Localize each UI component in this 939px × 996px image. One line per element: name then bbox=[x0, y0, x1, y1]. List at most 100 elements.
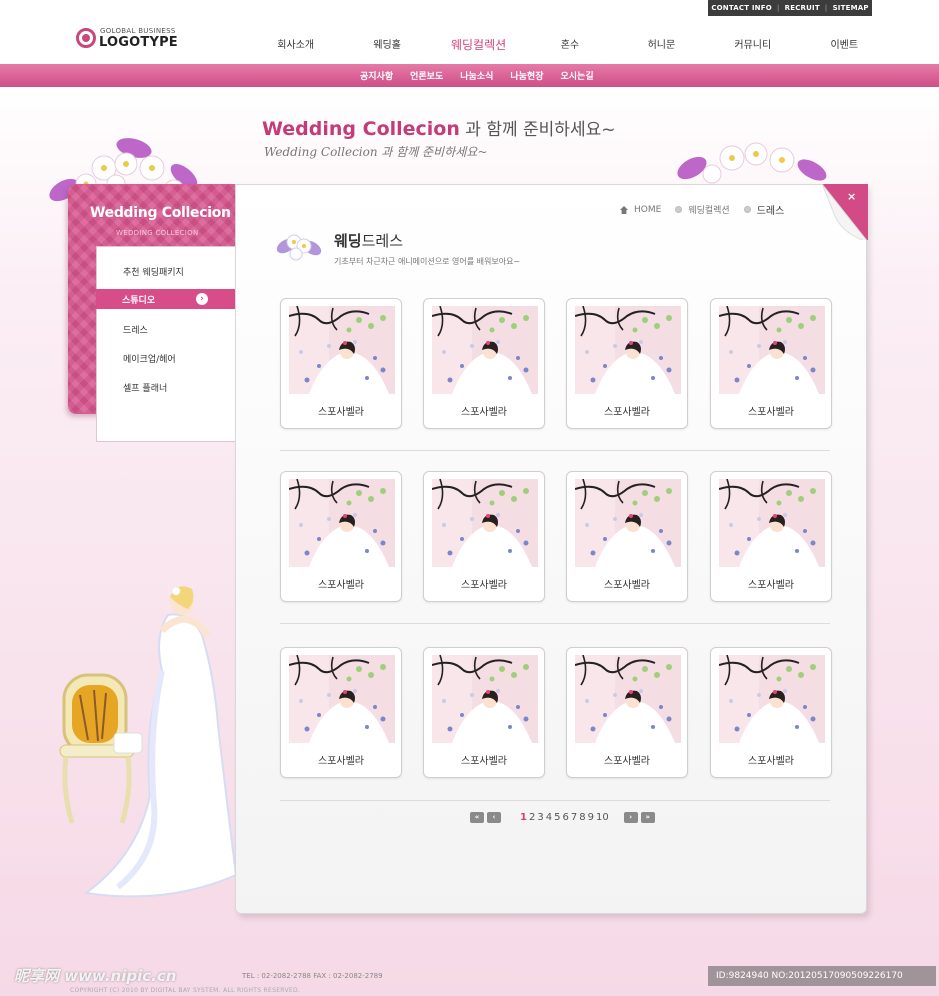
page-number[interactable]: 6 bbox=[562, 812, 568, 823]
dress-thumbnail-image bbox=[719, 479, 825, 567]
left-menu-item-3[interactable]: 드레스 bbox=[123, 323, 148, 336]
nav-item-2[interactable]: 웨딩홀 bbox=[341, 36, 432, 54]
gallery-card-caption: 스포사벨라 bbox=[748, 580, 794, 591]
gallery-card[interactable]: 스포사벨라 bbox=[423, 471, 545, 602]
left-menu-item-4[interactable]: 메이크업/헤어 bbox=[123, 352, 176, 365]
left-menu-active-label: 스튜디오 bbox=[122, 296, 156, 306]
gallery-card-caption: 스포사벨라 bbox=[461, 580, 507, 591]
first-page-button[interactable]: « bbox=[470, 812, 484, 823]
recruit-link[interactable]: RECRUIT bbox=[785, 4, 820, 12]
breadcrumb-bullet-icon bbox=[743, 206, 751, 213]
gallery-card[interactable]: 스포사벨라 bbox=[566, 298, 688, 429]
subnav-item-2[interactable]: 언론보도 bbox=[410, 69, 443, 82]
close-icon[interactable]: × bbox=[847, 190, 856, 203]
nav-item-6[interactable]: 커뮤니티 bbox=[707, 36, 798, 54]
gallery-card-caption: 스포사벨라 bbox=[748, 407, 794, 418]
gallery-card[interactable]: 스포사벨라 bbox=[566, 647, 688, 778]
page-number[interactable]: 7 bbox=[571, 812, 577, 823]
section-title-bold: 웨딩 bbox=[334, 232, 362, 250]
nav-item-1[interactable]: 회사소개 bbox=[250, 36, 341, 54]
watermark-left: 昵享网 www.nipic.cn bbox=[14, 967, 177, 985]
breadcrumb-current: 드레스 bbox=[756, 206, 785, 217]
footer-contact: TEL : 02-2082-2788 FAX : 02-2082-2789 bbox=[242, 972, 383, 980]
section-description: 기초부터 차근차근 애니메이션으로 영어를 배워보아요~ bbox=[334, 257, 521, 266]
logo[interactable]: GOLOBAL BUSINESS LOGOTYPE bbox=[76, 27, 206, 51]
page-headline: Wedding Collecion 과 함께 준비하세요~ bbox=[262, 115, 615, 140]
section-title-rest: 드레스 bbox=[361, 232, 404, 250]
gallery-card[interactable]: 스포사벨라 bbox=[710, 647, 832, 778]
breadcrumb-home[interactable]: HOME bbox=[634, 205, 661, 215]
subnav-item-1[interactable]: 공지사항 bbox=[360, 69, 393, 82]
gallery-card[interactable]: 스포사벨라 bbox=[280, 298, 402, 429]
watermark-right: ID:9824940 NO:20120517090509226170 bbox=[708, 966, 936, 986]
dress-thumbnail-image bbox=[719, 655, 825, 743]
left-menu-item-active[interactable]: 스튜디오 › bbox=[96, 289, 236, 309]
headline-script: Wedding Collecion 과 함께 준비하세요~ bbox=[264, 145, 488, 159]
breadcrumb-level1[interactable]: 웨딩컬렉션 bbox=[688, 203, 729, 216]
nav-item-3[interactable]: 웨딩컬렉션 bbox=[433, 36, 524, 54]
section-title: 웨딩드레스 bbox=[334, 230, 403, 251]
gallery-card-caption: 스포사벨라 bbox=[318, 756, 364, 767]
sub-nav: 공지사항 언론보도 나눔소식 나눔현장 오시는길 bbox=[360, 64, 594, 87]
gallery-card-caption: 스포사벨라 bbox=[318, 407, 364, 418]
subnav-item-3[interactable]: 나눔소식 bbox=[460, 69, 493, 82]
gallery-card[interactable]: 스포사벨라 bbox=[423, 298, 545, 429]
left-panel-subtitle: WEDDING COLLECION bbox=[116, 229, 199, 237]
gallery-card-caption: 스포사벨라 bbox=[318, 580, 364, 591]
left-menu: 추천 웨딩패키지드레스메이크업/헤어셀프 플래너 bbox=[96, 246, 236, 442]
gallery-card[interactable]: 스포사벨라 bbox=[423, 647, 545, 778]
left-menu-item-5[interactable]: 셀프 플래너 bbox=[123, 381, 167, 394]
logo-tagline: GOLOBAL BUSINESS bbox=[100, 27, 176, 35]
page-number[interactable]: 10 bbox=[596, 812, 609, 823]
gallery-divider bbox=[280, 450, 830, 451]
page-number[interactable]: 9 bbox=[588, 812, 594, 823]
gallery-card-caption: 스포사벨라 bbox=[461, 756, 507, 767]
home-icon bbox=[620, 205, 628, 214]
page-number[interactable]: 1 bbox=[520, 812, 527, 823]
footer-copyright: COPYRIGHT (C) 2010 BY DIGITAL BAY SYSTEM… bbox=[70, 987, 301, 994]
breadcrumb: HOME 웨딩컬렉션 드레스 bbox=[620, 202, 784, 217]
util-separator: | bbox=[776, 4, 780, 12]
arrow-right-icon: › bbox=[196, 293, 208, 305]
next-page-button[interactable]: › bbox=[623, 812, 638, 823]
page-number[interactable]: 3 bbox=[537, 812, 543, 823]
page-number[interactable]: 2 bbox=[529, 812, 535, 823]
page-number[interactable]: 5 bbox=[554, 812, 560, 823]
nav-item-7[interactable]: 이벤트 bbox=[799, 36, 890, 54]
sitemap-link[interactable]: SITEMAP bbox=[833, 4, 869, 12]
subnav-item-4[interactable]: 나눔현장 bbox=[510, 69, 543, 82]
dress-thumbnail-image bbox=[432, 306, 538, 394]
headline-brand: Wedding Collecion bbox=[262, 118, 460, 140]
main-nav: 회사소개 웨딩홀 웨딩컬렉션 혼수 허니문 커뮤니티 이벤트 bbox=[250, 36, 890, 54]
contact-info-link[interactable]: CONTACT INFO bbox=[711, 4, 772, 12]
last-page-button[interactable]: » bbox=[640, 812, 655, 823]
gallery-card[interactable]: 스포사벨라 bbox=[280, 471, 402, 602]
breadcrumb-bullet-icon bbox=[675, 206, 683, 213]
gallery-card-caption: 스포사벨라 bbox=[748, 756, 794, 767]
dress-thumbnail-image bbox=[719, 306, 825, 394]
gallery-card-caption: 스포사벨라 bbox=[604, 756, 650, 767]
nav-item-4[interactable]: 혼수 bbox=[524, 36, 615, 54]
section-flower-icon bbox=[276, 234, 322, 261]
nav-item-5[interactable]: 허니문 bbox=[616, 36, 707, 54]
dress-thumbnail-image bbox=[289, 655, 395, 743]
subnav-item-5[interactable]: 오시는길 bbox=[561, 69, 594, 82]
dress-thumbnail-image bbox=[575, 479, 681, 567]
dress-thumbnail-image bbox=[575, 306, 681, 394]
gallery-card[interactable]: 스포사벨라 bbox=[280, 647, 402, 778]
logo-text: LOGOTYPE bbox=[99, 35, 178, 50]
page-numbers: 1 2 3 4 5 6 7 8 9 10 bbox=[520, 812, 609, 823]
dress-thumbnail-image bbox=[289, 306, 395, 394]
page-number[interactable]: 4 bbox=[546, 812, 552, 823]
bride-illustration-icon bbox=[59, 586, 238, 898]
gallery-card[interactable]: 스포사벨라 bbox=[566, 471, 688, 602]
dress-thumbnail-image bbox=[289, 479, 395, 567]
gallery-card[interactable]: 스포사벨라 bbox=[710, 298, 832, 429]
left-panel-title: Wedding Collecion bbox=[90, 205, 231, 221]
left-menu-item-1[interactable]: 추천 웨딩패키지 bbox=[123, 265, 184, 278]
gallery-card-caption: 스포사벨라 bbox=[604, 580, 650, 591]
util-separator: | bbox=[824, 4, 828, 12]
gallery-card[interactable]: 스포사벨라 bbox=[710, 471, 832, 602]
prev-page-button[interactable]: ‹ bbox=[487, 812, 501, 823]
page-number[interactable]: 8 bbox=[579, 812, 585, 823]
